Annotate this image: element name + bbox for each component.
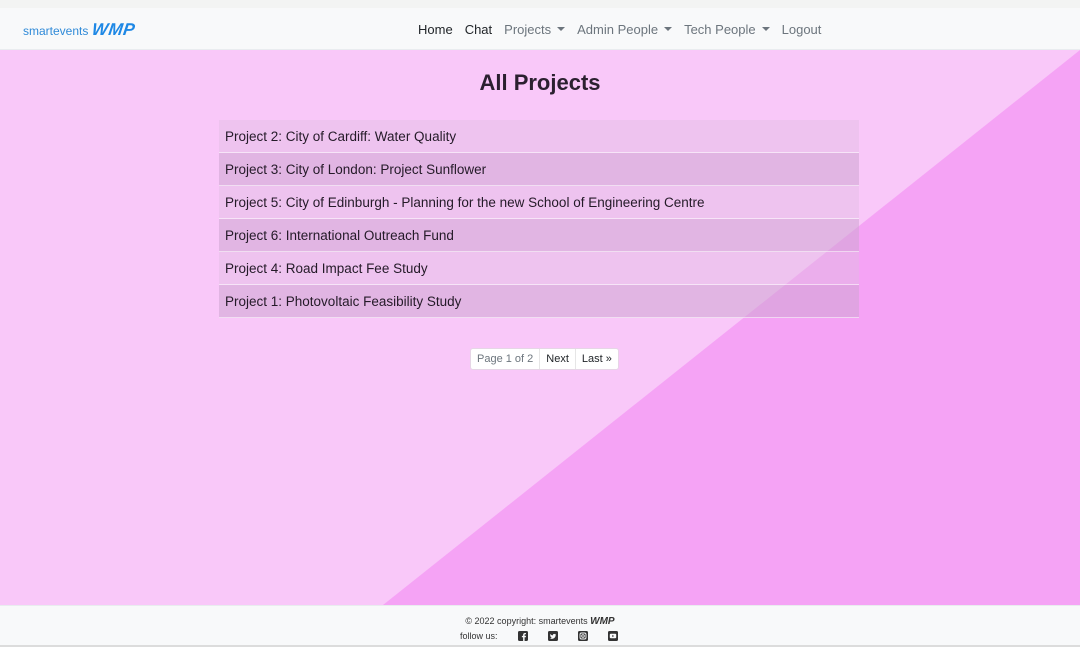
page-title: All Projects bbox=[479, 70, 601, 95]
nav-projects-label: Projects bbox=[504, 21, 552, 37]
footer-logo: WMP bbox=[590, 616, 615, 627]
project-list-item[interactable]: Project 5: City of Edinburgh - Planning … bbox=[219, 186, 859, 219]
project-list-item[interactable]: Project 2: City of Cardiff: Water Qualit… bbox=[219, 120, 859, 153]
last-page-button[interactable]: Last » bbox=[576, 349, 618, 369]
project-list: Project 2: City of Cardiff: Water Qualit… bbox=[219, 120, 859, 318]
project-list-item[interactable]: Project 3: City of London: Project Sunfl… bbox=[219, 153, 859, 186]
next-page-button[interactable]: Next bbox=[540, 349, 576, 369]
chevron-down-icon bbox=[664, 27, 673, 31]
nav-projects-dropdown[interactable]: Projects bbox=[504, 21, 566, 37]
project-list-item[interactable]: Project 6: International Outreach Fund bbox=[219, 219, 859, 252]
nav-logout[interactable]: Logout bbox=[782, 22, 822, 37]
follow-us: follow us: bbox=[460, 631, 618, 641]
facebook-icon[interactable] bbox=[517, 631, 528, 641]
nav-tech-people-label: Tech People bbox=[684, 21, 756, 37]
nav-admin-people-dropdown[interactable]: Admin People bbox=[577, 21, 673, 37]
nav-tech-people-dropdown[interactable]: Tech People bbox=[684, 22, 770, 37]
top-strip bbox=[0, 0, 1080, 8]
main-content: All Projects Project 2: City of Cardiff:… bbox=[0, 50, 1080, 605]
chevron-down-icon bbox=[761, 27, 770, 31]
page-info: Page 1 of 2 bbox=[471, 349, 541, 369]
footer: © 2022 copyright: smartevents WMP follow… bbox=[0, 605, 1080, 645]
nav-home[interactable]: Home bbox=[418, 22, 453, 37]
project-list-item[interactable]: Project 4: Road Impact Fee Study bbox=[219, 252, 859, 285]
follow-label: follow us: bbox=[460, 631, 498, 641]
nav-chat[interactable]: Chat bbox=[465, 22, 492, 37]
brand-wmp: WMP bbox=[91, 20, 137, 39]
footer-copyright: © 2022 copyright: smartevents WMP bbox=[0, 616, 1080, 627]
project-list-item[interactable]: Project 1: Photovoltaic Feasibility Stud… bbox=[219, 285, 859, 318]
brand-logo[interactable]: smartevents WMP bbox=[23, 20, 137, 40]
twitter-icon[interactable] bbox=[547, 631, 558, 641]
nav-admin-people-label: Admin People bbox=[577, 21, 659, 37]
instagram-icon[interactable] bbox=[577, 631, 588, 641]
navbar: smartevents WMP Home Chat Projects Admin… bbox=[0, 8, 1080, 50]
copyright-text: © 2022 copyright: smartevents bbox=[465, 616, 588, 626]
youtube-icon[interactable] bbox=[607, 631, 618, 641]
nav-menu: Home Chat Projects Admin People Tech Peo… bbox=[418, 8, 833, 50]
brand-text: smartevents bbox=[23, 24, 89, 38]
pagination: Page 1 of 2 Next Last » bbox=[470, 348, 619, 370]
chevron-down-icon bbox=[557, 27, 566, 31]
